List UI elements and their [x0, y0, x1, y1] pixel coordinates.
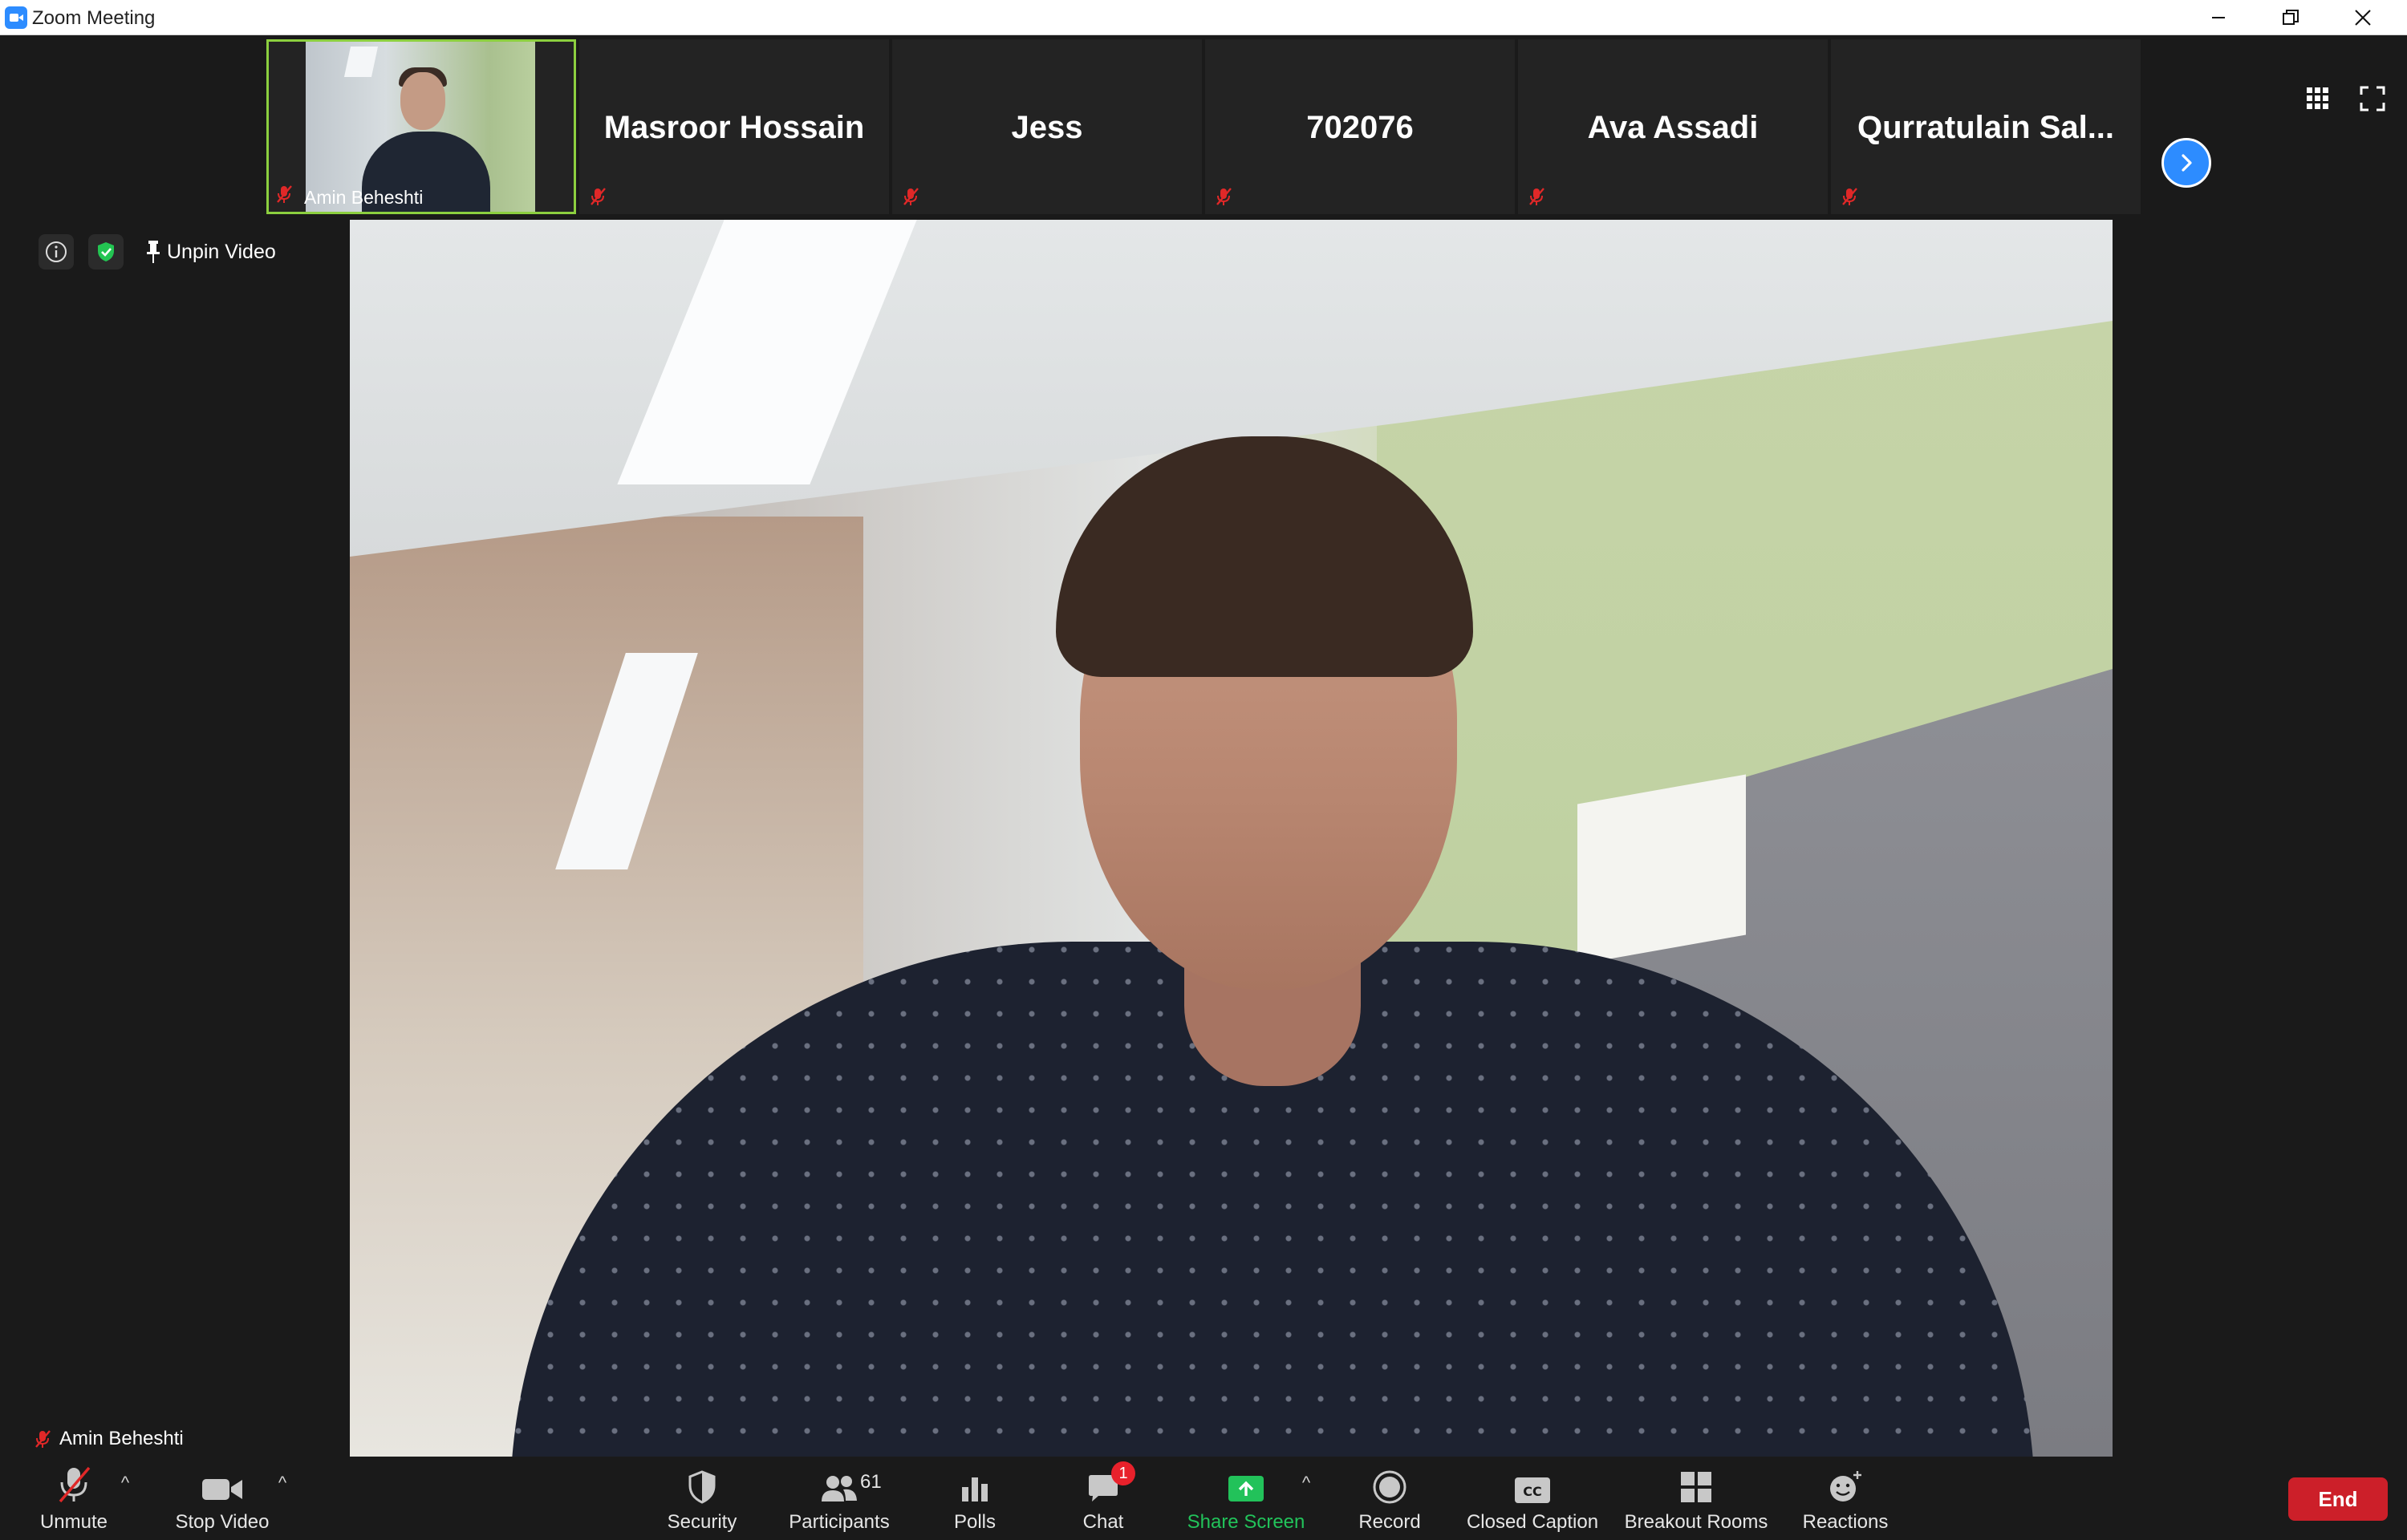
share-screen-label: Share Screen: [1187, 1511, 1305, 1533]
unpin-video-button[interactable]: Unpin Video: [138, 236, 282, 268]
record-button[interactable]: Record: [1348, 1457, 1431, 1540]
participant-tile-self[interactable]: Amin Beheshti: [266, 39, 576, 214]
next-page-button[interactable]: [2161, 138, 2211, 188]
zoom-meeting-window: Zoom Meeting Amin Beheshti Masroor Hossa…: [0, 0, 2407, 1540]
breakout-rooms-icon: [1681, 1472, 1711, 1502]
participant-tile[interactable]: 702076: [1205, 39, 1515, 214]
participant-name: Jess: [1011, 110, 1083, 145]
pin-icon: [147, 241, 160, 263]
participant-tile[interactable]: Jess: [892, 39, 1202, 214]
share-options-caret[interactable]: ^: [1297, 1473, 1316, 1493]
fullscreen-icon: [2360, 86, 2385, 111]
chat-label: Chat: [1082, 1511, 1124, 1533]
window-title: Zoom Meeting: [32, 7, 156, 29]
speaker-name: Amin Beheshti: [59, 1428, 184, 1449]
participant-tile[interactable]: Ava Assadi: [1518, 39, 1828, 214]
muted-mic-icon: [591, 188, 606, 205]
muted-mic-icon: [1216, 188, 1232, 205]
video-overlay-controls: Unpin Video: [39, 234, 282, 270]
emoji-add-icon: [1830, 1471, 1861, 1502]
muted-mic-icon: [1842, 188, 1857, 205]
bar-chart-icon: [962, 1477, 988, 1502]
muted-mic-icon: [1529, 188, 1544, 205]
participants-icon: [822, 1476, 857, 1502]
participants-label: Participants: [789, 1511, 890, 1533]
muted-mic-icon: [59, 1466, 91, 1503]
speaker-name-tag: Amin Beheshti: [30, 1426, 187, 1452]
unmute-label: Unmute: [39, 1511, 108, 1533]
reactions-label: Reactions: [1802, 1511, 1889, 1533]
record-label: Record: [1358, 1511, 1421, 1533]
unpin-video-label: Unpin Video: [167, 240, 276, 263]
title-bar: Zoom Meeting: [0, 0, 2407, 35]
info-icon: [46, 241, 67, 262]
audio-options-caret[interactable]: ^: [116, 1473, 135, 1493]
close-button[interactable]: [2327, 0, 2399, 35]
fullscreen-button[interactable]: [2359, 85, 2386, 112]
stop-video-label: Stop Video: [175, 1511, 270, 1533]
grid-icon: [2307, 87, 2328, 109]
share-screen-icon: [1228, 1476, 1264, 1502]
video-options-caret[interactable]: ^: [273, 1473, 292, 1493]
participant-name-self: Amin Beheshti: [304, 187, 424, 208]
restore-button[interactable]: [2255, 0, 2327, 35]
closed-caption-label: Closed Caption: [1466, 1511, 1599, 1533]
shield-check-icon: [98, 242, 114, 261]
participant-tile[interactable]: Masroor Hossain: [579, 39, 889, 214]
share-screen-button[interactable]: Share Screen: [1179, 1457, 1313, 1540]
speaker-video: [350, 220, 2113, 1457]
closed-caption-button[interactable]: CC Closed Caption: [1460, 1457, 1605, 1540]
muted-mic-icon: [35, 1430, 51, 1448]
muted-mic-icon: [277, 185, 292, 203]
reactions-button[interactable]: Reactions: [1797, 1457, 1894, 1540]
participants-button[interactable]: Participants 61: [783, 1457, 895, 1540]
closed-caption-icon: CC: [1515, 1477, 1550, 1503]
close-icon: [2355, 10, 2371, 26]
unmute-button[interactable]: Unmute: [24, 1457, 124, 1540]
chat-unread-badge: 1: [1111, 1461, 1135, 1485]
meeting-toolbar: Unmute ^ Stop Video ^ Security Participa…: [0, 1457, 2407, 1540]
participants-count: 61: [860, 1471, 882, 1493]
main-video-area: Unpin Video Amin Beheshti: [29, 220, 2378, 1457]
gallery-view-button[interactable]: [2304, 85, 2332, 112]
muted-mic-icon: [903, 188, 919, 205]
chat-button[interactable]: Chat 1: [1067, 1457, 1139, 1540]
polls-label: Polls: [953, 1511, 996, 1533]
minimize-button[interactable]: [2182, 0, 2255, 35]
security-button[interactable]: Security: [658, 1457, 746, 1540]
participant-name: 702076: [1306, 110, 1414, 145]
participant-tile[interactable]: Qurratulain Sal...: [1831, 39, 2141, 214]
restore-icon: [2283, 10, 2299, 25]
stop-video-button[interactable]: Stop Video: [165, 1457, 279, 1540]
chevron-right-icon: [2182, 154, 2192, 172]
end-meeting-button[interactable]: End: [2288, 1477, 2388, 1521]
security-label: Security: [667, 1511, 737, 1533]
participant-name: Qurratulain Sal...: [1857, 110, 2115, 145]
meeting-info-button[interactable]: [39, 234, 74, 270]
participant-strip: Amin Beheshti Masroor Hossain Jess 70207…: [0, 35, 2407, 218]
breakout-rooms-label: Breakout Rooms: [1624, 1511, 1768, 1533]
zoom-app-icon: [5, 6, 27, 29]
participant-name: Ava Assadi: [1587, 110, 1759, 145]
record-icon: [1373, 1470, 1406, 1504]
minimize-icon: [2212, 17, 2225, 18]
encryption-status-button[interactable]: [88, 234, 124, 270]
participant-name: Masroor Hossain: [603, 110, 865, 145]
polls-button[interactable]: Polls: [939, 1457, 1011, 1540]
video-camera-icon: [202, 1479, 242, 1500]
breakout-rooms-button[interactable]: Breakout Rooms: [1618, 1457, 1775, 1540]
svg-text:CC: CC: [1523, 1484, 1541, 1499]
shield-icon: [688, 1470, 716, 1504]
